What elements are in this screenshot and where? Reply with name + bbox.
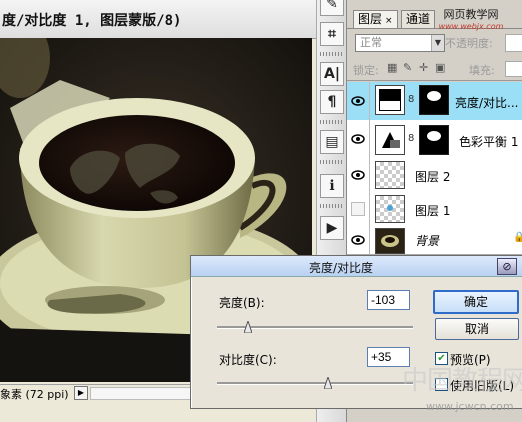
link-icon[interactable]: 8 [408,133,414,144]
lock-row: 锁定: ▦ ✎ ✛ ▣ 填充: [347,58,522,81]
eye-icon [351,96,365,106]
hidden-eye-box [351,202,365,216]
brightness-contrast-dialog: 亮度/对比度 ⊘ 亮度(B): -103 对比度(C): +35 确定 取消 ✔… [190,255,522,409]
eye-icon [351,235,365,245]
site-logo: 网页教学网 www.webjx.com [419,6,522,31]
visibility-toggle[interactable] [347,120,370,158]
contrast-slider-thumb[interactable] [324,377,333,389]
eye-icon [351,134,365,144]
transparent-layer-thumb [375,161,405,189]
lock-pixels-icon[interactable]: ✎ [403,62,414,73]
toolbar-divider [320,204,344,208]
toolbar-divider [320,120,344,124]
cancel-button[interactable]: 取消 [435,318,519,340]
visibility-toggle[interactable] [347,226,370,254]
preview-checkbox[interactable]: ✔ [435,352,448,365]
tab-layers[interactable]: 图层 × [353,10,398,28]
contrast-slider-track[interactable] [217,382,413,385]
blend-mode-select[interactable]: 正常 ▼ [355,34,445,52]
document-title-bar[interactable]: 度/对比度 1, 图层蒙版/8) [0,0,316,39]
ok-button[interactable]: 确定 [433,290,519,314]
visibility-toggle[interactable] [347,82,370,120]
layer-mask-thumb[interactable] [419,85,449,115]
transparent-layer-thumb [375,195,405,223]
tab-layers-label: 图层 [358,12,383,26]
visibility-toggle[interactable] [347,158,370,192]
paragraph-icon[interactable]: ¶ [320,90,344,114]
eye-icon [351,170,365,180]
brightness-field[interactable]: -103 [367,290,410,310]
layer-mask-thumb[interactable] [419,125,449,155]
actions-icon[interactable]: ▶ [320,216,344,240]
layer-name: 背景 [415,234,440,248]
site-logo-url: www.webjx.com [438,22,504,31]
blend-mode-value: 正常 [360,36,382,49]
blend-row: 正常 ▼ 不透明度: [347,32,522,54]
brightness-slider-thumb[interactable] [243,321,252,333]
layer-row-layer-1[interactable]: 图层 1 [347,192,522,227]
lock-all-icon[interactable]: ▣ [435,62,446,73]
close-icon[interactable]: ⊘ [497,258,517,275]
contrast-label: 对比度(C): [219,353,277,367]
contrast-field[interactable]: +35 [367,347,410,367]
preview-label: 预览(P) [450,353,491,367]
info-icon[interactable]: ℹ [320,174,344,198]
toolbar-divider [320,52,344,56]
status-menu-arrow-icon[interactable]: ▶ [74,386,88,400]
layer-row-background[interactable]: 背景 🔒 [347,226,522,255]
link-icon[interactable]: 8 [408,94,414,105]
lock-position-icon[interactable]: ✛ [419,62,430,73]
toolbar-divider [320,160,344,164]
adjustment-color-balance-thumb [375,125,405,155]
lock-icon: 🔒 [513,232,522,243]
layer-name: 亮度/对比... [455,96,519,110]
close-icon[interactable]: × [385,16,393,26]
layer-name: 色彩平衡 1 [459,135,519,149]
photo-thumb [375,228,405,254]
layer-row-layer-2[interactable]: 图层 2 [347,158,522,193]
visibility-toggle[interactable] [347,192,370,226]
fill-label: 填充: [469,64,495,77]
layer-row-brightness-contrast[interactable]: 8 亮度/对比... [347,82,522,121]
resolution-readout: 象素 (72 ppi) [0,388,69,401]
brightness-label: 亮度(B): [219,296,265,310]
lock-label: 锁定: [353,64,379,77]
layer-name: 图层 1 [415,204,451,218]
chevron-down-icon: ▼ [431,35,444,51]
legacy-checkbox[interactable] [435,378,448,391]
fill-field[interactable] [505,61,522,77]
layer-row-color-balance[interactable]: 8 色彩平衡 1 [347,120,522,159]
legacy-label: 使用旧版(L) [450,379,515,393]
document-title: 度/对比度 1, 图层蒙版/8) [2,13,182,29]
dialog-title-bar[interactable]: 亮度/对比度 ⊘ [191,256,522,277]
opacity-label: 不透明度: [445,37,493,50]
opacity-field[interactable] [505,34,522,52]
site-logo-title: 网页教学网 [443,8,499,21]
brush-icon[interactable]: ✎ [320,0,344,16]
character-icon[interactable]: A| [320,62,344,86]
layer-name: 图层 2 [415,170,451,184]
lock-transparency-icon[interactable]: ▦ [387,62,398,73]
crop-icon[interactable]: ⌗ [320,22,344,46]
dialog-title: 亮度/对比度 [308,261,374,275]
notes-icon[interactable]: ▤ [320,130,344,154]
adjustment-brightness-thumb [375,85,405,115]
